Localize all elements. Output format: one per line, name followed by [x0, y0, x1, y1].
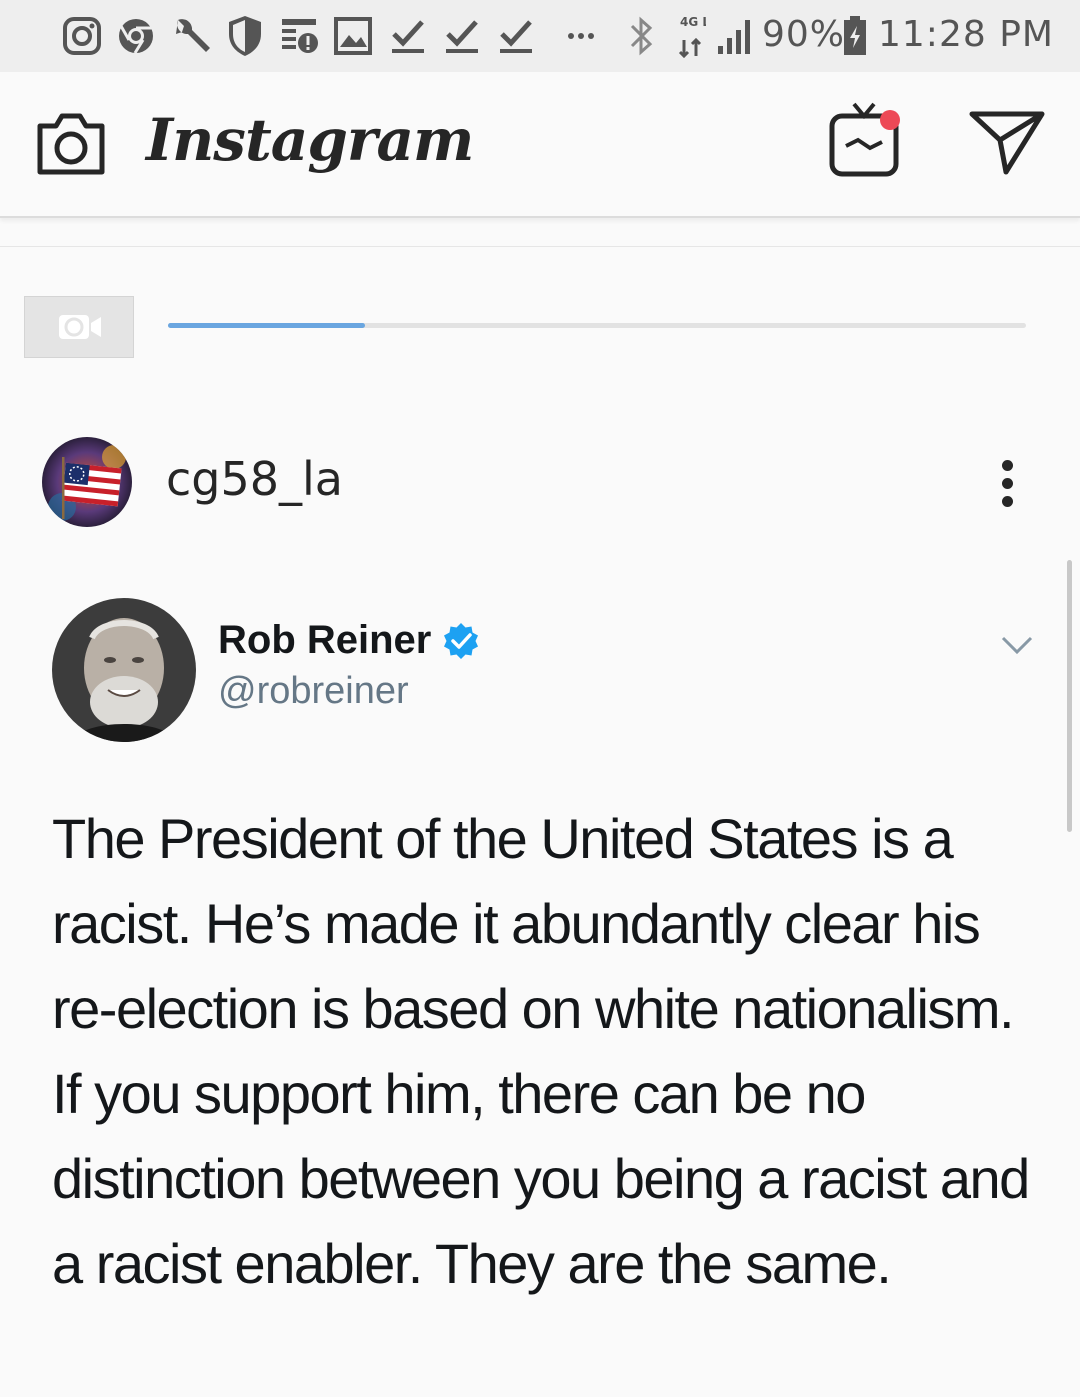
- download-done-icon: [392, 20, 424, 53]
- network-label: 4G LTE: [680, 15, 706, 29]
- bluetooth-icon: [630, 16, 653, 56]
- tweet-author-avatar: [52, 598, 196, 742]
- post-image[interactable]: Rob Reiner @robreiner The President of t…: [0, 560, 1080, 1397]
- download-done-icon: [500, 20, 532, 53]
- camera-icon[interactable]: [34, 112, 108, 178]
- notification-dot: [880, 110, 900, 130]
- upload-progress-row: [0, 246, 1080, 406]
- instagram-logo: Instagram: [146, 106, 474, 174]
- upload-progress-fill: [168, 323, 366, 328]
- status-bar: 4G LTE 90% 11:28 PM: [0, 0, 1080, 72]
- tweet-text: The President of the United States is a …: [52, 807, 1030, 1295]
- more-icon: [568, 33, 594, 39]
- user-avatar[interactable]: [42, 437, 132, 527]
- tweet-author-handle: @robreiner: [218, 670, 409, 712]
- post-header: cg58_la: [0, 404, 1080, 561]
- chrome-icon: [119, 19, 153, 54]
- more-options-icon[interactable]: [990, 456, 1026, 512]
- video-camera-icon: [59, 315, 101, 339]
- news-alert-icon: [282, 19, 318, 53]
- image-icon: [334, 17, 372, 55]
- battery-percent: 90%: [762, 14, 846, 55]
- clock: 11:28 PM: [878, 14, 1054, 55]
- wrench-icon: [176, 19, 210, 53]
- igtv-icon[interactable]: [826, 100, 906, 180]
- instagram-icon: [63, 17, 101, 55]
- tweet-author-name: Rob Reiner: [218, 618, 432, 662]
- flag-avatar-image: [42, 437, 132, 527]
- upload-progress-bar: [168, 323, 1026, 328]
- verified-badge-icon: [444, 623, 478, 659]
- post-username[interactable]: cg58_la: [166, 452, 343, 506]
- chevron-down-icon: [1001, 636, 1033, 655]
- battery-icon: [844, 16, 866, 55]
- lte-icon: 4G LTE: [678, 15, 706, 58]
- download-done-icon: [446, 20, 478, 53]
- signal-icon: [718, 20, 750, 54]
- upload-thumbnail: [24, 296, 134, 358]
- direct-message-icon[interactable]: [968, 110, 1046, 176]
- shield-icon: [229, 16, 261, 56]
- app-header: Instagram: [0, 72, 1080, 218]
- scrollbar[interactable]: [1067, 560, 1072, 832]
